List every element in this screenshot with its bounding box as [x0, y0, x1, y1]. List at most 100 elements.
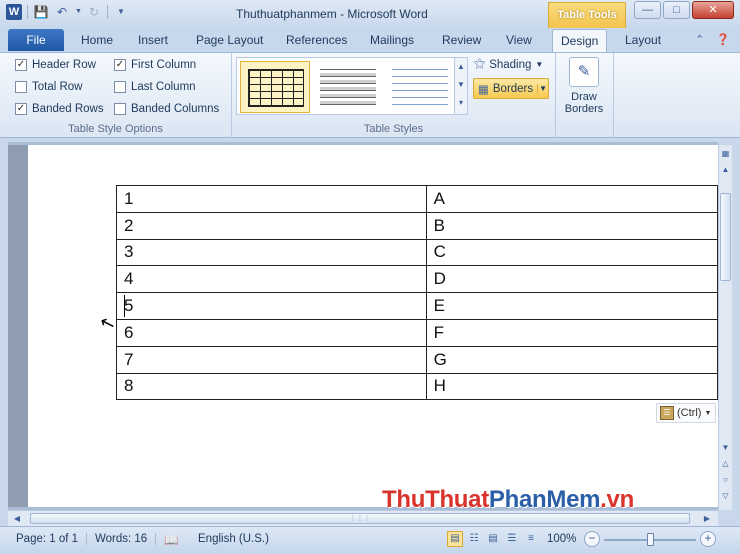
table-row[interactable]: 3C: [116, 238, 718, 267]
chevron-down-icon: ▼: [535, 60, 544, 69]
banded-rows-option[interactable]: ✓ Banded Rows: [15, 103, 104, 115]
gallery-more-icon[interactable]: ▾: [455, 94, 467, 112]
banded-columns-checkbox[interactable]: [114, 103, 126, 115]
table-cell[interactable]: 1: [116, 185, 427, 213]
table-style-light[interactable]: [385, 61, 455, 113]
help-icon[interactable]: ❓: [716, 33, 730, 46]
header-row-option[interactable]: ✓ Header Row: [15, 59, 96, 71]
scroll-up-icon[interactable]: ▲: [719, 163, 732, 177]
table-cell[interactable]: G: [425, 345, 718, 374]
zoom-level[interactable]: 100%: [547, 533, 576, 545]
table-cell[interactable]: 3: [116, 238, 427, 267]
tab-page-layout[interactable]: Page Layout: [196, 33, 263, 47]
full-screen-reading-icon[interactable]: ☷: [466, 531, 482, 547]
tab-mailings[interactable]: Mailings: [370, 33, 414, 47]
undo-icon[interactable]: ↶: [54, 4, 70, 20]
table-row[interactable]: 5E: [116, 292, 718, 320]
table-cell[interactable]: 2: [116, 211, 427, 240]
table-cell[interactable]: D: [425, 265, 718, 294]
ruler-toggle-icon[interactable]: ▦: [719, 147, 732, 161]
table-cell[interactable]: 8: [116, 372, 427, 401]
paste-options-button[interactable]: ☰ (Ctrl) ▼: [656, 403, 716, 423]
save-icon[interactable]: 💾: [33, 4, 49, 20]
tab-insert[interactable]: Insert: [138, 33, 168, 47]
table-row[interactable]: 4D: [116, 265, 718, 294]
undo-dropdown-icon[interactable]: ▼: [75, 4, 82, 20]
chevron-down-icon[interactable]: ▼: [537, 84, 548, 93]
table-row[interactable]: 6F: [116, 318, 718, 347]
tab-file[interactable]: File: [8, 29, 64, 51]
table-cell[interactable]: 5: [116, 292, 427, 320]
banded-columns-option[interactable]: Banded Columns: [114, 103, 219, 115]
page-count[interactable]: Page: 1 of 1: [16, 533, 88, 545]
last-column-checkbox[interactable]: [114, 81, 126, 93]
table-cell[interactable]: C: [425, 238, 718, 267]
status-bar: Page: 1 of 1 Words: 16 📖 English (U.S.) …: [0, 526, 740, 554]
tab-layout[interactable]: Layout: [625, 33, 661, 47]
gallery-up-icon[interactable]: ▲: [455, 58, 467, 76]
browse-object-icon[interactable]: ○: [719, 473, 732, 487]
first-column-checkbox[interactable]: ✓: [114, 59, 126, 71]
plain-style-preview-icon: [320, 69, 376, 107]
last-column-option[interactable]: Last Column: [114, 81, 196, 93]
minimize-button[interactable]: —: [634, 1, 661, 19]
table-row[interactable]: 1A: [116, 185, 718, 213]
total-row-option[interactable]: Total Row: [15, 81, 83, 93]
table-cell[interactable]: F: [425, 318, 718, 347]
gallery-down-icon[interactable]: ▼: [455, 76, 467, 94]
table-row[interactable]: 8H: [116, 372, 718, 401]
outline-icon[interactable]: ☰: [504, 531, 520, 547]
next-page-icon[interactable]: ▽: [719, 489, 732, 503]
table-cell[interactable]: 4: [116, 265, 427, 294]
table-cell[interactable]: B: [425, 211, 718, 240]
tab-design[interactable]: Design: [552, 29, 608, 53]
table-cell[interactable]: 7: [116, 345, 427, 374]
zoom-in-icon[interactable]: +: [700, 531, 716, 547]
total-row-checkbox[interactable]: [15, 81, 27, 93]
table-styles-label: Table Styles: [363, 123, 424, 135]
customize-qat-icon[interactable]: ▼: [113, 4, 129, 20]
draw-borders-button[interactable]: ✎ Draw Borders: [560, 57, 608, 115]
language[interactable]: English (U.S.): [198, 533, 277, 545]
horizontal-scrollbar[interactable]: ◀ ⋮⋮⋮ ▶: [8, 510, 718, 526]
table-cell[interactable]: H: [425, 372, 718, 401]
proofing-icon[interactable]: 📖: [164, 533, 186, 547]
header-row-label: Header Row: [32, 59, 96, 71]
shading-button[interactable]: ⚝ Shading ▼: [474, 58, 543, 71]
scroll-right-icon[interactable]: ▶: [700, 512, 714, 526]
close-button[interactable]: ✕: [692, 1, 734, 19]
table-cell[interactable]: 6: [116, 318, 427, 347]
maximize-button[interactable]: □: [663, 1, 690, 19]
minimize-ribbon-icon[interactable]: ⌃: [695, 33, 704, 46]
tab-references[interactable]: References: [286, 33, 347, 47]
word-app-icon[interactable]: W: [6, 4, 22, 20]
table-cell[interactable]: E: [425, 292, 718, 320]
borders-button[interactable]: ▦ Borders ▼: [473, 78, 549, 99]
previous-page-icon[interactable]: △: [719, 457, 732, 471]
horizontal-scroll-thumb[interactable]: ⋮⋮⋮: [30, 513, 690, 524]
tab-review[interactable]: Review: [442, 33, 481, 47]
redo-icon[interactable]: ↻: [86, 4, 102, 20]
table-style-grid[interactable]: [240, 61, 310, 113]
scroll-down-icon[interactable]: ▼: [719, 441, 732, 455]
draft-icon[interactable]: ≡: [523, 531, 539, 547]
zoom-slider-thumb[interactable]: [646, 533, 654, 546]
zoom-out-icon[interactable]: −: [584, 531, 600, 547]
scroll-left-icon[interactable]: ◀: [10, 512, 24, 526]
table-cell[interactable]: A: [425, 185, 718, 213]
first-column-option[interactable]: ✓ First Column: [114, 59, 196, 71]
table-style-plain[interactable]: [313, 61, 383, 113]
banded-rows-checkbox[interactable]: ✓: [15, 103, 27, 115]
header-row-checkbox[interactable]: ✓: [15, 59, 27, 71]
vertical-scroll-thumb[interactable]: [720, 193, 731, 281]
tab-view[interactable]: View: [506, 33, 532, 47]
tab-home[interactable]: Home: [81, 33, 113, 47]
table-row[interactable]: 2B: [116, 211, 718, 240]
word-count[interactable]: Words: 16: [95, 533, 157, 545]
web-layout-icon[interactable]: ▤: [485, 531, 501, 547]
document-page[interactable]: 1A 2B 3C 4D 5E 6F 7G 8H ↖ ☰ (Ctrl) ▼: [28, 145, 718, 507]
vertical-scrollbar[interactable]: ▦ ▲ ▼ △ ○ ▽: [718, 145, 732, 510]
print-layout-icon[interactable]: ▤: [447, 531, 463, 547]
table-row[interactable]: 7G: [116, 345, 718, 374]
document-table[interactable]: 1A 2B 3C 4D 5E 6F 7G 8H: [116, 185, 718, 401]
